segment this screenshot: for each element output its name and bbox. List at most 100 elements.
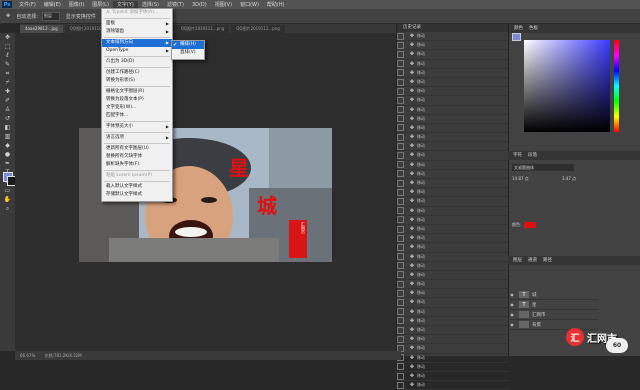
menu-window[interactable]: 窗口(W) (236, 1, 263, 8)
font-size-field[interactable]: 14.87 点 (512, 176, 529, 182)
submenu-item-horizontal[interactable]: ✔ 横排(H) (172, 41, 204, 49)
history-item[interactable]: ✥ 移动 (397, 50, 509, 60)
history-checkbox[interactable] (397, 308, 404, 316)
history-item[interactable]: ✥ 移动 (397, 381, 509, 390)
menu-item-load-default-styles[interactable]: 载入默认文字样式 (102, 183, 172, 191)
history-item[interactable]: ✥ 移动 (397, 96, 509, 106)
history-checkbox[interactable] (397, 271, 404, 279)
blur-icon[interactable]: ◆ (0, 141, 15, 150)
history-item[interactable]: ✥ 移动 (397, 142, 509, 152)
menu-help[interactable]: 帮助(H) (263, 1, 289, 8)
menu-item-paragraph-text[interactable]: 转换为段落文本(P) (102, 96, 172, 104)
history-item[interactable]: ✥ 移动 (397, 32, 509, 42)
history-item[interactable]: ✥ 移动 (397, 289, 509, 299)
history-checkbox[interactable] (397, 60, 404, 68)
text-color-swatch[interactable] (524, 222, 536, 228)
history-item[interactable]: ✥ 移动 (397, 69, 509, 78)
history-brush-icon[interactable]: ↺ (0, 114, 15, 123)
history-checkbox[interactable] (397, 188, 404, 196)
history-checkbox[interactable] (397, 96, 404, 104)
history-checkbox[interactable] (397, 170, 404, 178)
visibility-eye-icon[interactable]: ◉ (508, 302, 516, 307)
history-item[interactable]: ✥ 移动 (397, 243, 509, 253)
history-item[interactable]: ✥ 移动 (397, 253, 509, 262)
menu-3d[interactable]: 3D(D) (188, 2, 211, 8)
history-item[interactable]: ✥ 移动 (397, 188, 509, 198)
auto-select-label[interactable]: 自动选择: (16, 13, 38, 20)
lasso-icon[interactable]: ℓ (0, 51, 15, 60)
history-item[interactable]: ✥ 移动 (397, 262, 509, 271)
history-checkbox[interactable] (397, 207, 404, 215)
history-checkbox[interactable] (397, 253, 404, 261)
layer-row[interactable]: ◉ T 城 (508, 290, 598, 300)
menu-item-match-font[interactable]: 匹配字体... (102, 112, 172, 120)
history-checkbox[interactable] (397, 106, 404, 114)
tab-channels[interactable]: 通道 (528, 256, 537, 265)
color-picker-field[interactable] (524, 40, 610, 132)
shape-icon[interactable]: ▭ (0, 186, 15, 195)
menu-view[interactable]: 视图(V) (211, 1, 236, 8)
menu-edit[interactable]: 编辑(E) (40, 1, 65, 8)
font-family-field[interactable]: 文叔题曲体 (512, 164, 574, 171)
tab-swatches[interactable]: 色板 (529, 24, 538, 33)
leading-field[interactable]: 3.47 点 (562, 176, 576, 182)
history-item[interactable]: ✥ 移动 (397, 41, 509, 51)
menu-item-language-options[interactable]: 语言选项 ▶ (102, 134, 172, 142)
history-checkbox[interactable] (397, 78, 404, 86)
history-item[interactable]: ✥ 移动 (397, 298, 509, 308)
quick-select-icon[interactable]: ✎ (0, 60, 15, 69)
menu-item-resolve-missing-fonts[interactable]: 解析缺失字体(F) (102, 161, 172, 169)
eraser-icon[interactable]: ◧ (0, 123, 15, 132)
submenu-item-vertical[interactable]: 直排(V) (172, 49, 204, 57)
tab-character[interactable]: 字符 (513, 151, 522, 160)
menu-layer[interactable]: 图层(L) (88, 1, 113, 8)
doc-tab[interactable]: 4aae29812...jpg (20, 25, 63, 33)
history-checkbox[interactable] (397, 335, 404, 343)
history-checkbox[interactable] (397, 234, 404, 242)
visibility-eye-icon[interactable]: ◉ (508, 312, 516, 317)
history-item[interactable]: ✥ 移动 (397, 234, 509, 244)
zoom-level[interactable]: 66.67% (20, 353, 35, 358)
menu-item-text-orientation[interactable]: 文本排列方向 ▶ (102, 39, 172, 47)
history-checkbox[interactable] (397, 280, 404, 288)
history-checkbox[interactable] (397, 262, 404, 270)
history-item[interactable]: ✥ 移动 (397, 344, 509, 354)
visibility-eye-icon[interactable]: ◉ (508, 292, 516, 297)
stamp-icon[interactable]: ♙ (0, 105, 15, 114)
history-item[interactable]: ✥ 移动 (397, 317, 509, 326)
menu-item-opentype[interactable]: OpenType ▶ (102, 47, 172, 55)
hand-icon[interactable]: ✋ (0, 195, 15, 204)
history-checkbox[interactable] (397, 179, 404, 187)
history-item[interactable]: ✥ 移动 (397, 151, 509, 161)
history-checkbox[interactable] (397, 124, 404, 132)
history-checkbox[interactable] (397, 32, 404, 40)
auto-select-dropdown[interactable]: 图层 (41, 11, 60, 21)
history-checkbox[interactable] (397, 161, 404, 169)
history-checkbox[interactable] (397, 289, 404, 297)
history-item[interactable]: ✥ 移动 (397, 161, 509, 170)
history-checkbox[interactable] (397, 372, 404, 380)
history-checkbox[interactable] (397, 69, 404, 77)
menu-file[interactable]: 文件(F) (15, 1, 40, 8)
history-item[interactable]: ✥ 移动 (397, 372, 509, 382)
history-item[interactable]: ✥ 移动 (397, 335, 509, 345)
menu-item-panels[interactable]: 面板 ▶ (102, 20, 172, 28)
doc-tab[interactable]: QQ图片2019112...png (231, 25, 285, 33)
history-item[interactable]: ✥ 移动 (397, 60, 509, 69)
history-checkbox[interactable] (397, 133, 404, 141)
move-icon[interactable]: ✥ (0, 33, 15, 42)
photo-text-star[interactable]: 星 (229, 152, 249, 181)
history-item[interactable]: ✥ 移动 (397, 280, 509, 290)
history-item[interactable]: ✥ 移动 (397, 207, 509, 216)
history-item[interactable]: ✥ 移动 (397, 78, 509, 88)
menu-item-extrude-3d[interactable]: 凸出为 3D(D) (102, 58, 172, 66)
tab-paths[interactable]: 路径 (543, 256, 552, 265)
hue-slider[interactable] (614, 40, 619, 132)
menu-select[interactable]: 选择(S) (138, 1, 163, 8)
menu-item-rasterize[interactable]: 栅格化文字图层(R) (102, 88, 172, 96)
tab-color[interactable]: 颜色 (514, 24, 523, 33)
zoom-icon[interactable]: ⌕ (0, 204, 15, 213)
history-checkbox[interactable] (397, 363, 404, 371)
history-checkbox[interactable] (397, 381, 404, 389)
menu-item-save-default-styles[interactable]: 存储默认文字样式 (102, 191, 172, 199)
